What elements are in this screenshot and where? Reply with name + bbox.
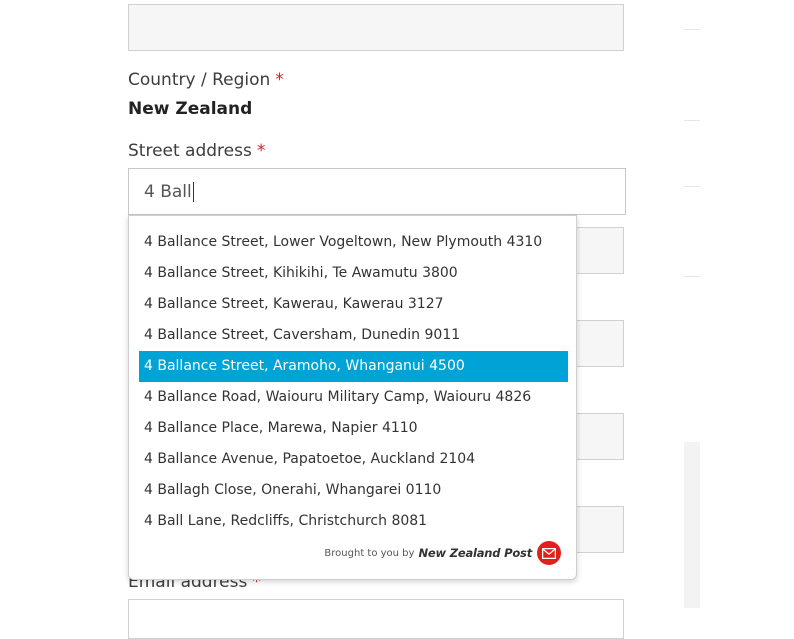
suggestion-item[interactable]: 4 Ballance Road, Waiouru Military Camp, … <box>139 382 568 413</box>
sidebar-divider <box>684 276 700 277</box>
nzpost-attribution: Brought to you by New Zealand Post <box>324 541 561 565</box>
text-caret <box>192 181 194 202</box>
suggestion-item[interactable]: 4 Ballance Street, Caversham, Dunedin 90… <box>139 320 568 351</box>
country-value: New Zealand <box>128 99 253 119</box>
street-address-label-text: Street address <box>128 141 252 161</box>
suggestion-item[interactable]: 4 Ballagh Close, Onerahi, Whangarei 0110 <box>139 475 568 506</box>
previous-field-input[interactable] <box>128 4 624 51</box>
required-asterisk: * <box>275 70 284 90</box>
attribution-brand: New Zealand Post <box>418 546 532 560</box>
suggestion-item[interactable]: 4 Ballance Street, Lower Vogeltown, New … <box>139 227 568 258</box>
address-suggestions-dropdown: 4 Ballance Street, Lower Vogeltown, New … <box>128 215 577 580</box>
suggestion-item-highlighted[interactable]: 4 Ballance Street, Aramoho, Whanganui 45… <box>139 351 568 382</box>
sidebar-divider <box>684 120 700 121</box>
street-address-input-value: 4 Ball <box>144 181 192 202</box>
sidebar-divider <box>684 29 700 30</box>
suggestion-item[interactable]: 4 Ball Lane, Redcliffs, Christchurch 808… <box>139 506 568 537</box>
street-address-input[interactable]: 4 Ball <box>128 168 626 215</box>
suggestion-item[interactable]: 4 Ballance Street, Kawerau, Kawerau 3127 <box>139 289 568 320</box>
suggestion-item[interactable]: 4 Ballance Place, Marewa, Napier 4110 <box>139 413 568 444</box>
street-address-label: Street address * <box>128 141 265 161</box>
nzpost-envelope-icon <box>537 541 561 565</box>
country-region-label-text: Country / Region <box>128 70 271 90</box>
attribution-prefix: Brought to you by <box>324 547 415 559</box>
email-address-input[interactable] <box>128 599 624 639</box>
suggestion-item[interactable]: 4 Ballance Street, Kihikihi, Te Awamutu … <box>139 258 568 289</box>
sidebar-divider <box>684 186 700 187</box>
country-region-label: Country / Region * <box>128 70 284 90</box>
suggestion-item[interactable]: 4 Ballance Avenue, Papatoetoe, Auckland … <box>139 444 568 475</box>
required-asterisk: * <box>256 141 266 161</box>
sidebar-panel <box>684 442 700 608</box>
